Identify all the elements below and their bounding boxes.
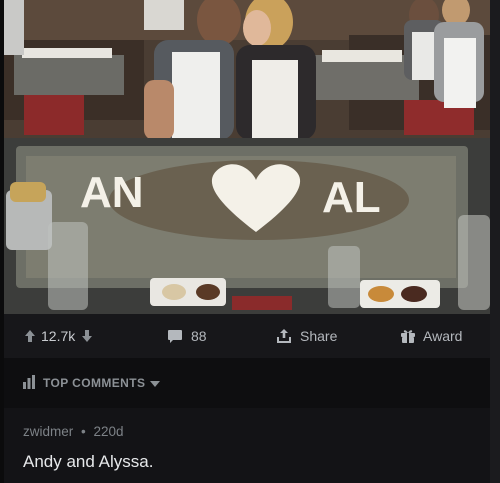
award-label: Award xyxy=(423,328,463,344)
rice-letters-left: AN xyxy=(80,168,144,217)
vote-score: 12.7k xyxy=(41,328,76,344)
award-button[interactable]: Award xyxy=(400,314,462,358)
share-icon xyxy=(276,328,292,344)
app-frame: AN AL 12.7k 88 Share Award TOP COMMENTS … xyxy=(0,0,500,483)
sort-bars-icon xyxy=(22,374,36,392)
comment-bubble-icon xyxy=(167,329,183,344)
vote-control: 12.7k xyxy=(24,314,93,358)
gift-icon xyxy=(400,328,416,344)
share-button[interactable]: Share xyxy=(276,314,337,358)
post-action-bar: 12.7k 88 Share Award xyxy=(4,314,490,358)
comments-count: 88 xyxy=(191,328,207,344)
sort-label: TOP COMMENTS xyxy=(43,376,146,390)
edge-strip xyxy=(490,0,500,483)
arrow-up-icon[interactable] xyxy=(24,329,36,343)
comment-age: 220d xyxy=(93,424,124,439)
comment-sort-button[interactable]: TOP COMMENTS xyxy=(22,374,161,392)
caret-down-icon xyxy=(150,376,161,390)
meta-separator: • xyxy=(81,424,86,439)
rice-letters-right: AL xyxy=(322,173,381,222)
share-label: Share xyxy=(300,328,338,344)
comment-item: zwidmer • 220d Andy and Alyssa. xyxy=(4,408,490,483)
comment-meta: zwidmer • 220d xyxy=(23,424,124,439)
post-panel: AN AL 12.7k 88 Share Award TOP COMMENTS … xyxy=(4,0,490,483)
post-image[interactable]: AN AL xyxy=(4,0,490,314)
comment-body: Andy and Alyssa. xyxy=(23,452,154,471)
comment-sort-bar: TOP COMMENTS xyxy=(4,358,490,408)
arrow-down-icon[interactable] xyxy=(81,329,93,343)
comment-author[interactable]: zwidmer xyxy=(23,424,73,439)
comments-button[interactable]: 88 xyxy=(167,314,207,358)
post-image-illustration: AN AL xyxy=(4,0,490,314)
